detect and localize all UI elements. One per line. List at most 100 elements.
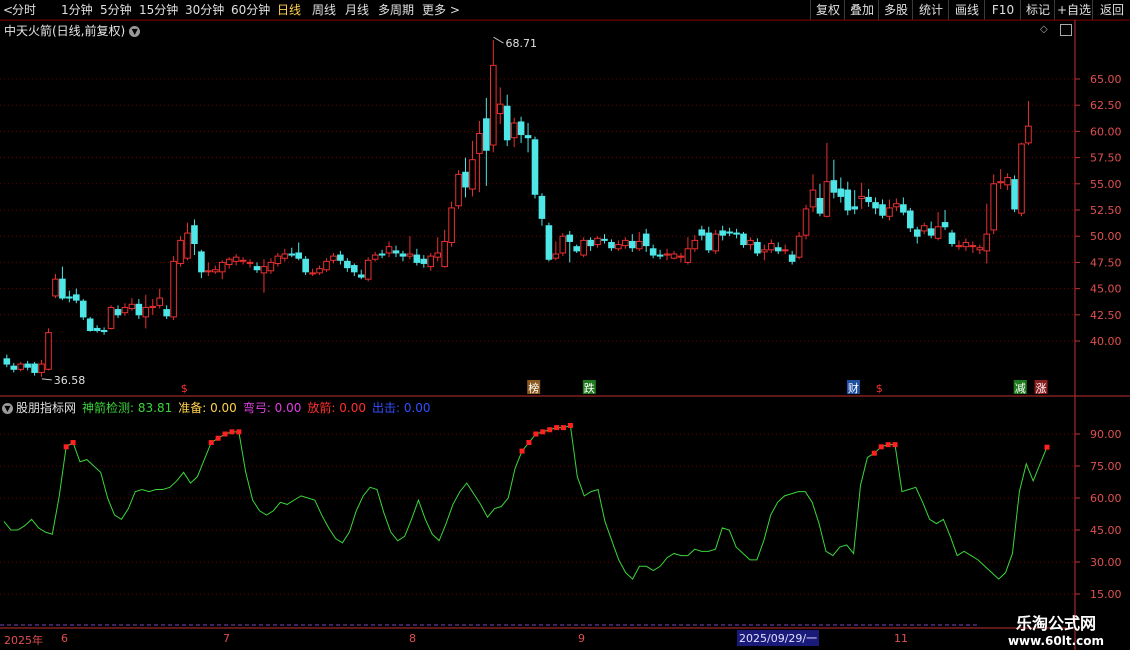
field-shenjian: 神箭检测: 83.81 xyxy=(82,401,173,415)
candle-body xyxy=(969,245,977,248)
marker-label: 跌 xyxy=(584,381,595,395)
candle-body xyxy=(698,229,706,236)
candle-body xyxy=(684,248,692,263)
price-tick-label: 42.50 xyxy=(1090,309,1122,322)
indicator-name: 股朋指标网 xyxy=(16,401,77,415)
watermark-site: www.60lt.com xyxy=(1007,634,1104,648)
diamond-icon[interactable]: ◇ xyxy=(1040,24,1048,35)
candle-body xyxy=(670,253,678,259)
candle-body xyxy=(128,303,136,310)
candle-body xyxy=(503,105,511,141)
candle-body xyxy=(253,266,261,271)
indicator-tick-label: 30.00 xyxy=(1090,556,1122,569)
candle-body xyxy=(705,232,713,251)
candle-body xyxy=(747,239,754,246)
field-zhunbei: 准备: 0.00 xyxy=(178,401,237,415)
candle-body xyxy=(510,122,518,139)
candle-body xyxy=(837,188,845,197)
candle-body xyxy=(830,180,838,193)
candle-body xyxy=(378,253,386,256)
candle-body xyxy=(413,254,421,263)
signal-dot xyxy=(63,444,69,450)
date-month-6: 6 xyxy=(61,632,68,645)
date-month-11: 11 xyxy=(894,632,908,645)
signal-dot xyxy=(229,429,235,435)
candle-body xyxy=(302,258,309,273)
date-month-8: 8 xyxy=(409,632,416,645)
candle-body xyxy=(559,235,567,254)
candle-body xyxy=(719,230,726,236)
candle-body xyxy=(93,327,101,332)
marker-label: $ xyxy=(876,382,883,395)
candle-body xyxy=(858,195,865,199)
candle-body xyxy=(823,181,831,217)
candle-body xyxy=(802,208,810,236)
signal-dot xyxy=(222,431,228,437)
candle-body xyxy=(309,272,316,275)
candle-body xyxy=(357,274,365,278)
indicator-line xyxy=(3,424,1048,580)
candle-body xyxy=(879,204,886,216)
signal-dot xyxy=(236,429,242,435)
high-label: 68.71 xyxy=(506,37,538,50)
candle-body xyxy=(900,204,907,213)
candle-body xyxy=(1004,177,1011,186)
window-icon[interactable] xyxy=(1060,24,1072,36)
date-month-9: 9 xyxy=(578,632,585,645)
candle-body xyxy=(170,260,177,318)
candle-body xyxy=(1018,143,1025,214)
candle-body xyxy=(295,252,302,259)
marker-label: $ xyxy=(181,382,188,395)
candle-body xyxy=(274,255,282,264)
candle-body xyxy=(524,135,532,139)
kline-chart: 65.00 62.50 60.00 57.50 55.00 52.50 50.00 47.50… xyxy=(0,19,1130,650)
candle-body xyxy=(205,270,212,273)
candle-body xyxy=(934,226,942,239)
date-year: 2025年 xyxy=(4,634,43,647)
indicator-tick-label: 75.00 xyxy=(1090,460,1122,473)
candle-body xyxy=(385,246,393,254)
candle-body xyxy=(66,296,73,299)
field-chuji: 出击: 0.00 xyxy=(371,401,431,415)
candle-body xyxy=(198,251,205,273)
candle-body xyxy=(490,64,497,146)
low-label: 36.58 xyxy=(54,374,86,387)
watermark: 乐淘公式网 www.60lt.com xyxy=(1008,610,1104,648)
candle-body xyxy=(740,233,747,246)
candle-body xyxy=(913,229,921,237)
candle-body xyxy=(246,261,254,264)
candle-body xyxy=(184,232,191,259)
candle-body xyxy=(774,247,782,252)
cursor-date: 2025/09/29/一 xyxy=(737,630,820,646)
candle-body xyxy=(893,203,900,208)
candle-body xyxy=(1011,179,1018,210)
candle-body xyxy=(434,252,441,258)
candle-body xyxy=(948,232,956,245)
high-arrow xyxy=(493,36,504,44)
chevron-down-icon[interactable]: ▼ xyxy=(2,403,13,414)
candle-body xyxy=(121,306,129,314)
signal-dot xyxy=(533,431,539,437)
candle-body xyxy=(79,300,87,318)
candle-body xyxy=(149,305,157,308)
candle-body xyxy=(337,254,344,261)
indicator-title: ▼ 股朋指标网 神箭检测: 83.81 准备: 0.00 弯弓: 0.00 放箭: 0.0… xyxy=(2,399,437,416)
indicator-tick-label: 60.00 xyxy=(1090,492,1122,505)
indicator-tick-label: 15.00 xyxy=(1090,588,1122,601)
candle-body xyxy=(907,210,914,229)
candle-body xyxy=(59,278,66,299)
candle-body xyxy=(441,240,448,268)
candle-body xyxy=(795,235,803,258)
candle-body xyxy=(941,222,949,228)
candle-body xyxy=(239,259,247,262)
candle-body xyxy=(587,239,594,247)
candle-body xyxy=(38,363,45,373)
candle-body xyxy=(267,261,275,272)
price-tick-label: 65.00 xyxy=(1090,73,1122,86)
candle-body xyxy=(316,268,323,274)
candle-body xyxy=(323,260,330,271)
marker-label: 涨 xyxy=(1036,382,1047,395)
candle-body xyxy=(872,202,879,209)
candle-body xyxy=(580,239,587,256)
candle-body xyxy=(225,258,233,265)
